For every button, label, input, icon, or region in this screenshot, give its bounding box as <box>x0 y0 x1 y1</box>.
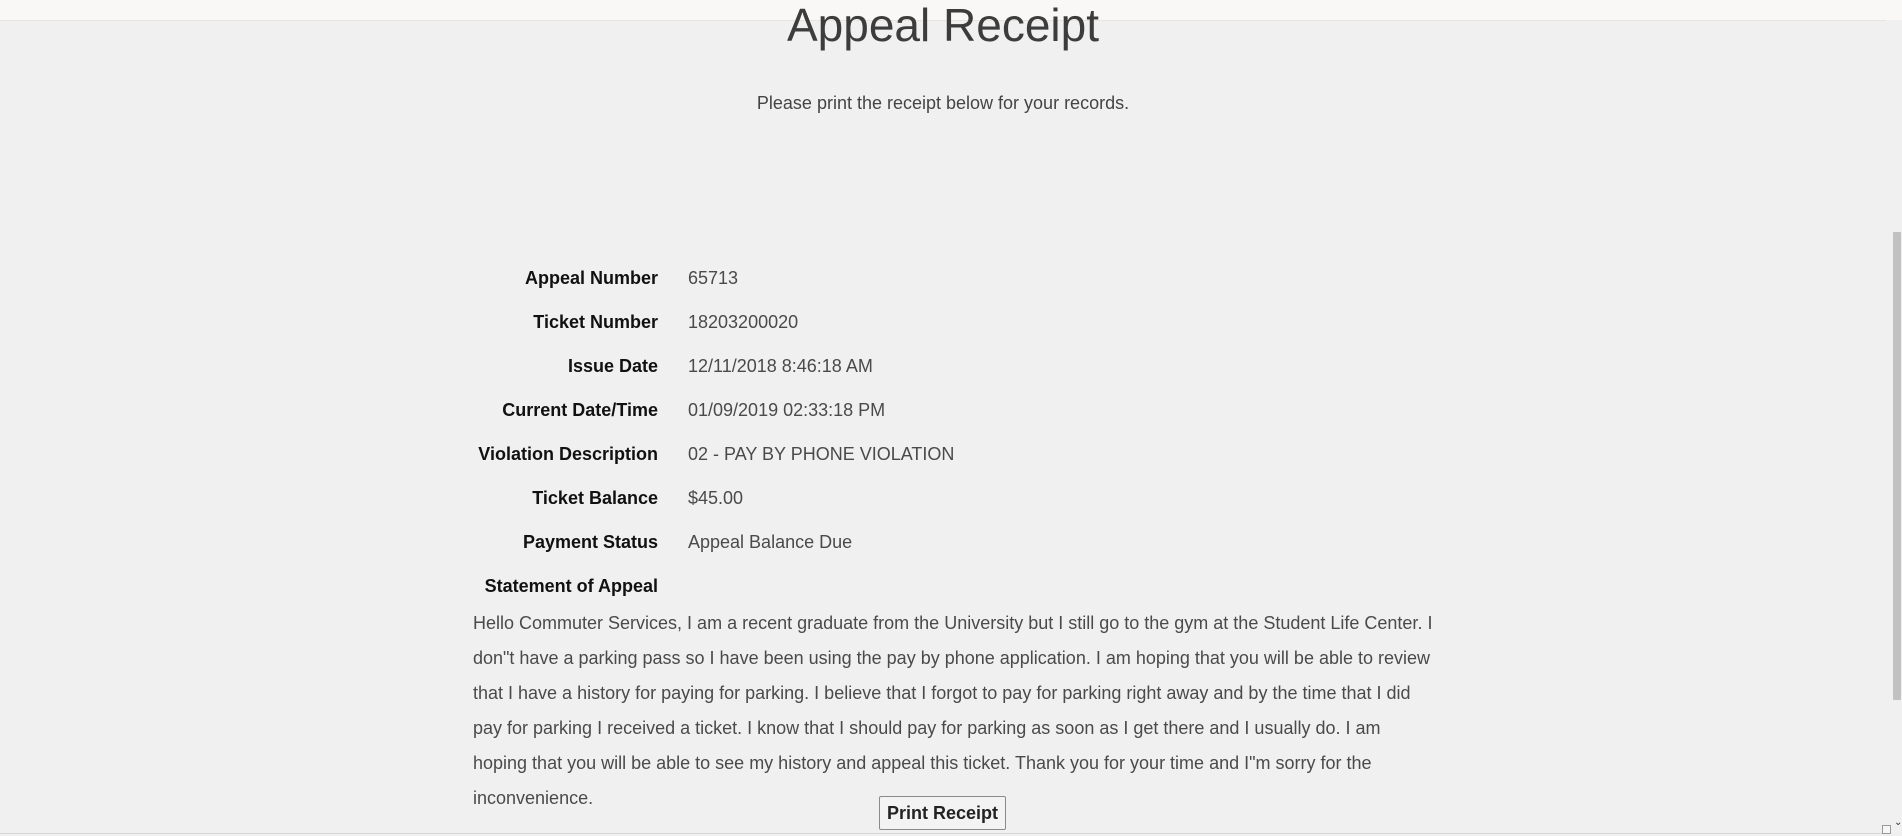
violation-description-value: 02 - PAY BY PHONE VIOLATION <box>688 443 955 464</box>
ticket-balance-row: Ticket Balance $45.00 <box>473 476 1433 520</box>
payment-status-label: Payment Status <box>522 531 658 552</box>
statement-of-appeal-text: Hello Commuter Services, I am a recent g… <box>473 613 1433 808</box>
receipt-details: Appeal Number 65713 Ticket Number 182032… <box>473 256 1433 816</box>
bottom-divider <box>0 833 1886 834</box>
violation-description-label: Violation Description <box>478 443 658 464</box>
issue-date-value: 12/11/2018 8:46:18 AM <box>688 355 873 376</box>
violation-description-row: Violation Description 02 - PAY BY PHONE … <box>473 432 1433 476</box>
appeal-number-row: Appeal Number 65713 <box>473 256 1433 300</box>
ticket-balance-value: $45.00 <box>688 487 744 508</box>
chevron-down-icon[interactable]: ⌄ <box>1894 818 1902 828</box>
ticket-number-row: Ticket Number 18203200020 <box>473 300 1433 344</box>
ticket-number-label: Ticket Number <box>533 311 658 332</box>
print-receipt-button[interactable]: Print Receipt <box>879 796 1006 830</box>
issue-date-label: Issue Date <box>567 355 658 376</box>
statement-row: Statement of Appeal <box>473 564 1433 608</box>
ticket-number-value: 18203200020 <box>688 311 799 332</box>
current-datetime-row: Current Date/Time 01/09/2019 02:33:18 PM <box>473 388 1433 432</box>
appeal-number-value: 65713 <box>688 267 739 288</box>
ticket-balance-label: Ticket Balance <box>532 487 658 508</box>
statement-of-appeal-label: Statement of Appeal <box>484 575 658 596</box>
current-datetime-label: Current Date/Time <box>502 399 658 420</box>
payment-status-value: Appeal Balance Due <box>688 531 853 552</box>
page: Appeal Receipt Please print the receipt … <box>0 0 1902 836</box>
scrollbar-thumb[interactable] <box>1893 232 1901 700</box>
page-title: Appeal Receipt <box>787 0 1099 51</box>
issue-date-row: Issue Date 12/11/2018 8:46:18 AM <box>473 344 1433 388</box>
current-datetime-value: 01/09/2019 02:33:18 PM <box>688 399 886 420</box>
resize-grip-icon[interactable] <box>1882 825 1891 834</box>
page-subtitle: Please print the receipt below for your … <box>756 93 1130 113</box>
payment-status-row: Payment Status Appeal Balance Due <box>473 520 1433 564</box>
appeal-number-label: Appeal Number <box>524 267 658 288</box>
